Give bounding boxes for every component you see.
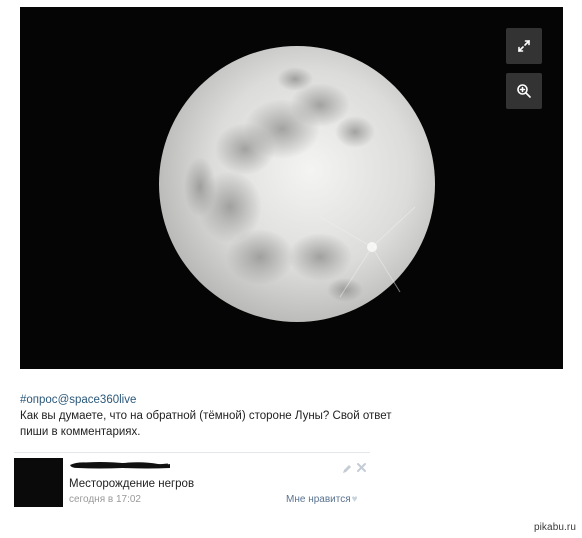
post-tags: #опрос@space360live <box>20 392 400 408</box>
watermark: pikabu.ru <box>533 522 576 533</box>
comment-date[interactable]: сегодня в 17:02 <box>69 494 141 505</box>
moon-image <box>20 7 563 369</box>
comment: Месторождение негров сегодня в 17:02 Мне… <box>14 458 370 510</box>
like-label: Мне нравится <box>286 494 351 505</box>
mention-link[interactable]: @space360live <box>58 394 137 406</box>
expand-button[interactable] <box>506 28 542 64</box>
divider <box>14 452 370 453</box>
hashtag-link[interactable]: #опрос <box>20 394 58 406</box>
page: #опрос@space360live Как вы думаете, что … <box>0 0 582 538</box>
author-name-redacted[interactable] <box>68 460 172 470</box>
like-button[interactable]: Мне нравится♥ <box>286 494 358 505</box>
avatar[interactable] <box>14 458 63 507</box>
post-body: Как вы думаете, что на обратной (тёмной)… <box>20 410 392 438</box>
edit-icon[interactable] <box>342 461 352 479</box>
zoom-button[interactable] <box>506 73 542 109</box>
moon-photo[interactable] <box>20 7 563 369</box>
heart-icon: ♥ <box>351 494 358 505</box>
comment-text: Месторождение негров <box>69 478 195 490</box>
post-text: #опрос@space360live Как вы думаете, что … <box>20 392 400 440</box>
expand-arrows-icon <box>518 40 530 52</box>
zoom-in-icon <box>517 84 531 98</box>
delete-icon[interactable] <box>356 460 367 478</box>
